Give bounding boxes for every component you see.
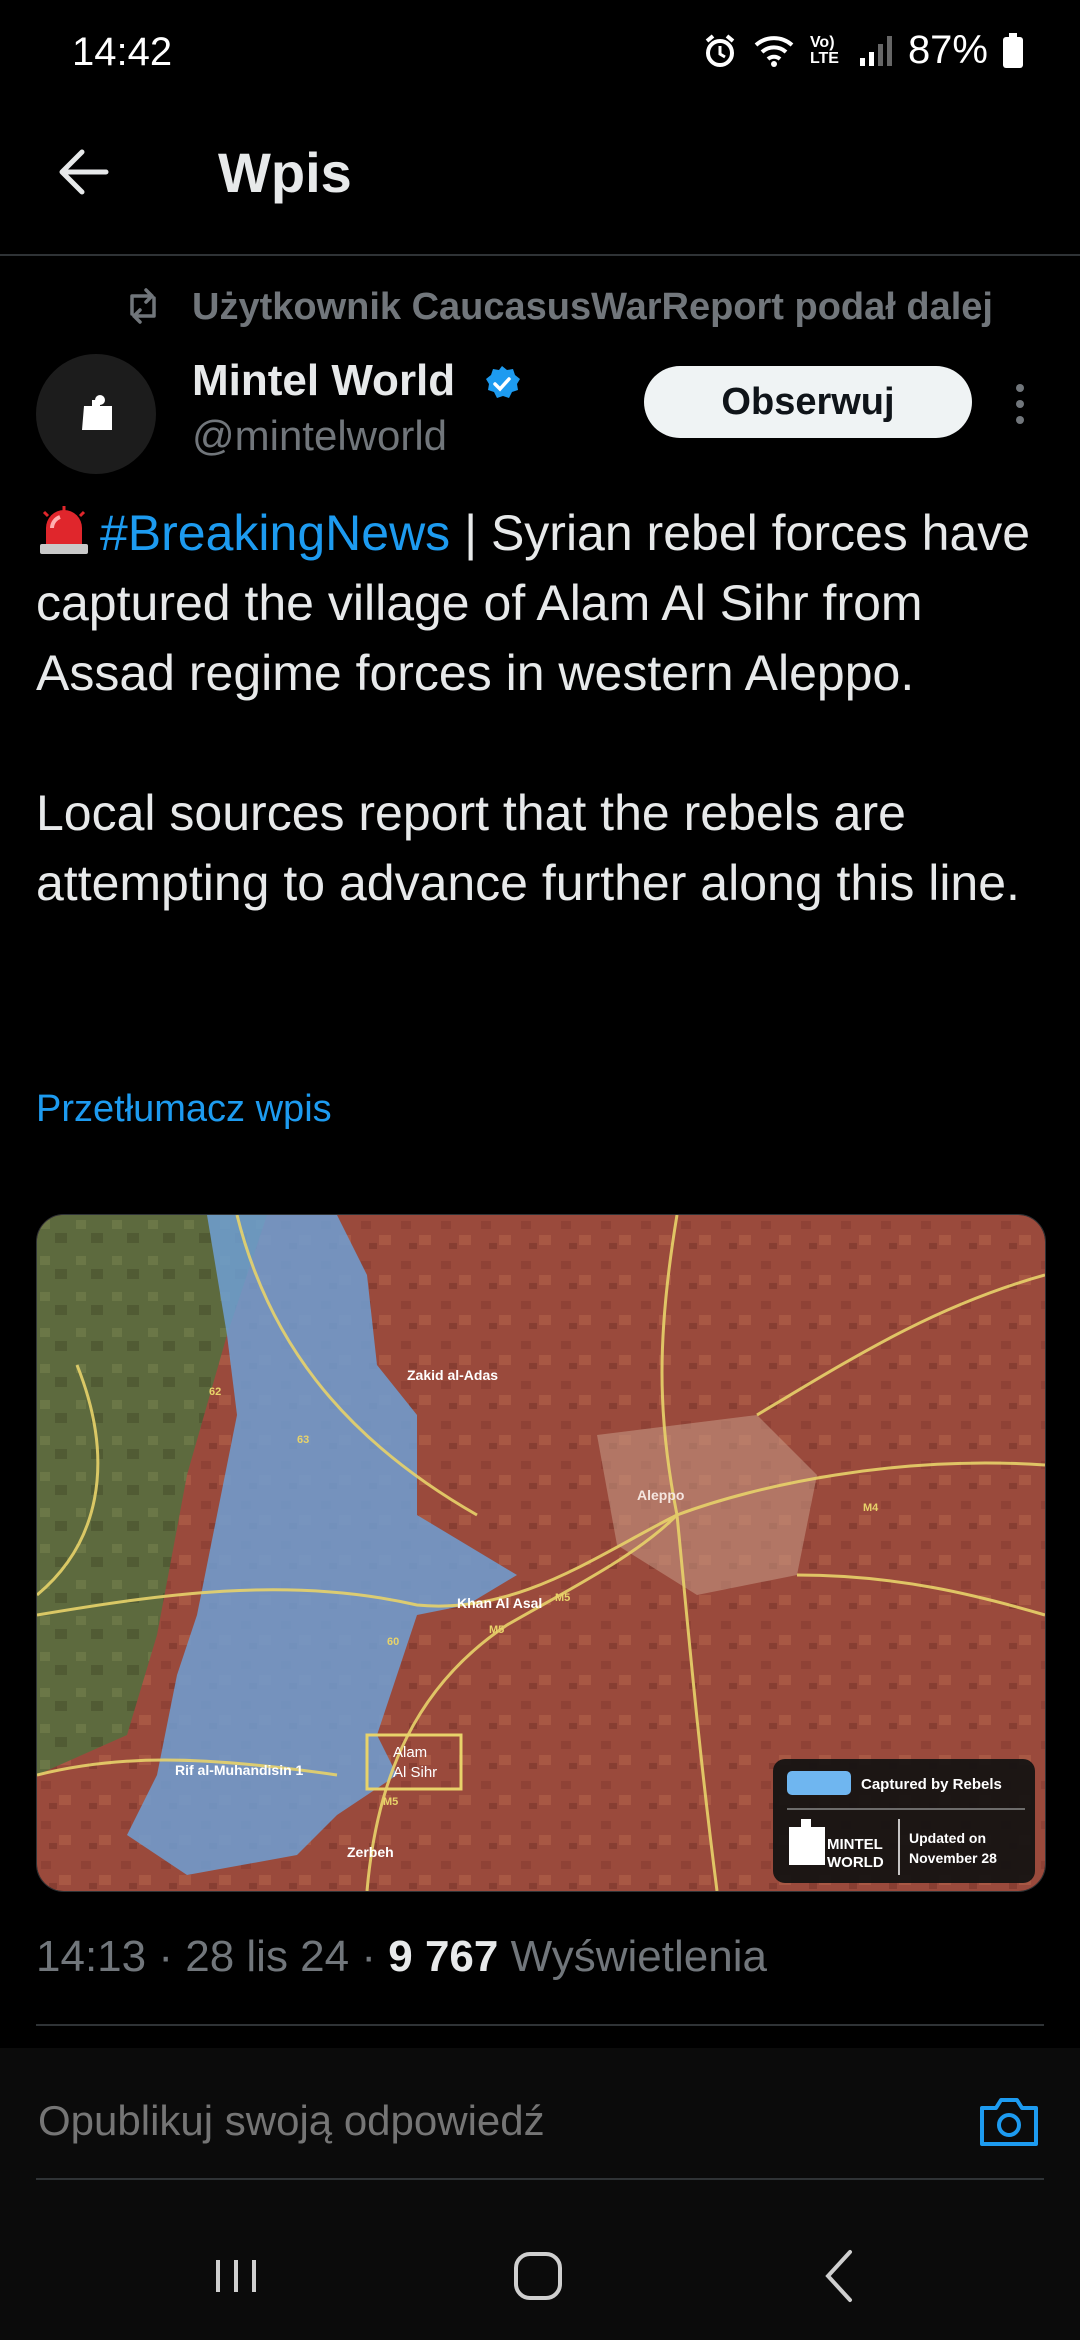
author-handle[interactable]: @mintelworld: [192, 412, 447, 460]
repost-icon: [130, 288, 156, 324]
reply-input[interactable]: [36, 2096, 940, 2146]
road-label-62: 62: [209, 1386, 221, 1398]
network-type-label: Vo) LTE: [809, 33, 839, 67]
recent-apps-icon[interactable]: [196, 2240, 276, 2312]
tweet-paragraph-2: Local sources report that the rebels are…: [36, 785, 1020, 911]
legend-updated-1: Updated on: [909, 1830, 986, 1846]
legend-brand-2: WORLD: [827, 1854, 884, 1871]
map-label-khan: Khan Al Asal: [457, 1595, 542, 1611]
legend-brand-1: MINTEL: [827, 1836, 883, 1853]
views-label[interactable]: Wyświetlenia: [511, 1932, 767, 1981]
wifi-icon: [754, 35, 794, 67]
status-time: 14:42: [72, 30, 173, 74]
road-label-m5-a: M5: [555, 1592, 570, 1604]
map-label-aleppo: Aleppo: [637, 1487, 684, 1503]
home-icon[interactable]: [498, 2240, 578, 2312]
map-label-alam-2: Al Sihr: [393, 1764, 437, 1781]
tweet-time: 14:13: [36, 1932, 147, 1981]
hashtag-link[interactable]: #BreakingNews: [100, 505, 450, 561]
repost-attribution[interactable]: Użytkownik CaucasusWarReport podał dalej: [192, 286, 993, 329]
avatar[interactable]: [36, 354, 156, 474]
signal-icon: [859, 35, 892, 66]
camera-icon[interactable]: [978, 2092, 1040, 2148]
tweet-body: #BreakingNews | Syrian rebel forces have…: [36, 498, 1046, 918]
more-options-icon[interactable]: [1008, 380, 1032, 428]
battery-percent: 87%: [907, 28, 988, 72]
header-divider: [0, 254, 1080, 256]
road-label-m4: M4: [863, 1502, 879, 1514]
battery-icon: [1003, 32, 1023, 68]
page-title: Wpis: [218, 141, 352, 204]
verified-badge-icon: [486, 366, 520, 398]
follow-button[interactable]: Obserwuj: [644, 366, 972, 438]
status-icons: Vo) LTE 87%: [702, 28, 1024, 73]
map-image: Zakid al-Adas Khan Al Asal Aleppo Rif al…: [37, 1215, 1045, 1891]
reply-divider: [36, 2178, 1044, 2180]
road-label-m5-b: M5: [489, 1624, 504, 1636]
police-light-emoji-icon: [40, 506, 88, 554]
road-label-m5-c: M5: [383, 1796, 398, 1808]
map-label-zakid: Zakid al-Adas: [407, 1367, 498, 1383]
meta-separator: ·: [361, 1932, 389, 1981]
translate-link[interactable]: Przetłumacz wpis: [36, 1088, 332, 1131]
legend-captured: Captured by Rebels: [861, 1776, 1002, 1793]
back-arrow-icon[interactable]: [54, 142, 114, 202]
road-label-60: 60: [387, 1636, 399, 1648]
tweet-media-map[interactable]: Zakid al-Adas Khan Al Asal Aleppo Rif al…: [36, 1214, 1046, 1892]
alarm-icon: [705, 33, 735, 67]
author-name[interactable]: Mintel World: [192, 356, 455, 406]
mintel-logo-icon: [82, 395, 112, 430]
map-label-alam-1: Alam: [393, 1744, 427, 1761]
tweet-meta: 14:13 · 28 lis 24 · 9 767 Wyświetlenia: [36, 1932, 767, 1982]
meta-separator: ·: [158, 1932, 186, 1981]
road-label-63: 63: [297, 1434, 309, 1446]
back-nav-icon[interactable]: [800, 2240, 880, 2312]
legend-updated-2: November 28: [909, 1850, 997, 1866]
view-count: 9 767: [388, 1932, 499, 1981]
map-legend: Captured by Rebels MINTEL WORLD Updated …: [773, 1759, 1035, 1883]
map-label-zerbeh: Zerbeh: [347, 1844, 394, 1860]
map-label-rif: Rif al-Muhandisin 1: [175, 1762, 304, 1778]
tweet-date: 28 lis 24: [185, 1932, 350, 1981]
meta-divider: [36, 2024, 1044, 2026]
